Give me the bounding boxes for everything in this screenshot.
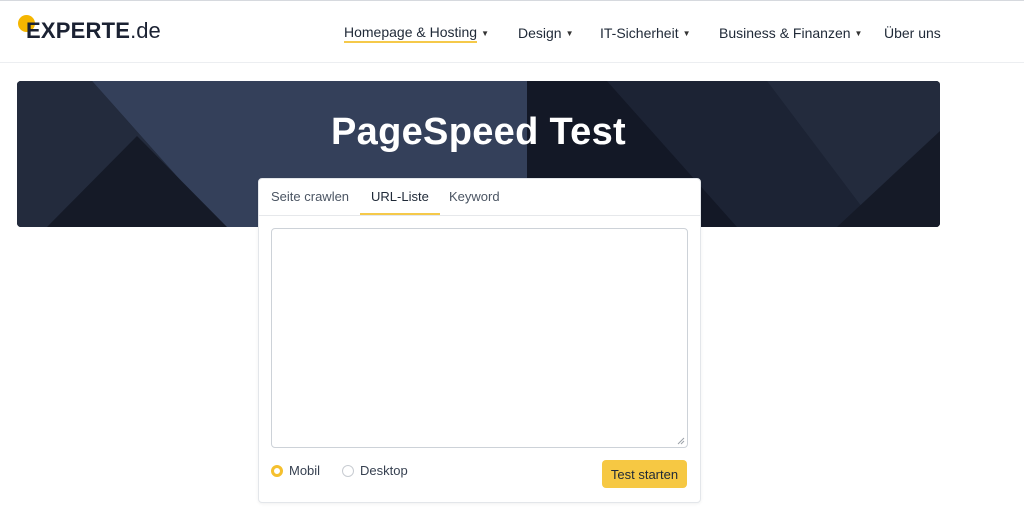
mode-tabs: Seite crawlen URL-Liste Keyword <box>259 179 700 216</box>
nav-business-finanzen[interactable]: Business & Finanzen ▼ <box>719 22 862 44</box>
radio-checked-icon <box>271 464 283 477</box>
nav-design[interactable]: Design ▼ <box>518 22 574 44</box>
tab-keyword[interactable]: Keyword <box>449 189 500 213</box>
nav-homepage-hosting[interactable]: Homepage & Hosting ▼ <box>344 22 489 44</box>
radio-label: Desktop <box>360 463 408 478</box>
nav-it-sicherheit[interactable]: IT-Sicherheit ▼ <box>600 22 691 44</box>
nav-ueber-uns[interactable]: Über uns <box>884 22 941 44</box>
caret-down-icon: ▼ <box>481 28 489 38</box>
main-nav: Homepage & Hosting ▼ Design ▼ IT-Sicherh… <box>0 22 1024 44</box>
radio-unchecked-icon <box>342 464 354 477</box>
caret-down-icon: ▼ <box>565 28 574 38</box>
nav-label: Design <box>518 25 562 41</box>
radio-desktop[interactable]: Desktop <box>342 463 408 478</box>
tab-seite-crawlen[interactable]: Seite crawlen <box>271 189 349 213</box>
radio-mobil[interactable]: Mobil <box>271 463 320 478</box>
url-list-input[interactable] <box>271 228 688 448</box>
speedtest-form: Seite crawlen URL-Liste Keyword Mobil De… <box>258 178 701 503</box>
nav-label: Homepage & Hosting <box>344 24 478 43</box>
nav-label: IT-Sicherheit <box>600 25 679 41</box>
tab-url-liste[interactable]: URL-Liste <box>360 189 440 215</box>
resize-handle-icon[interactable] <box>677 437 685 445</box>
radio-label: Mobil <box>289 463 321 478</box>
start-test-button[interactable]: Test starten <box>602 460 687 488</box>
caret-down-icon: ▼ <box>682 28 691 38</box>
page-title: PageSpeed Test <box>331 111 626 153</box>
site-header: EXPERTE .de Homepage & Hosting ▼ Design ▼… <box>0 1 1024 63</box>
nav-label: Business & Finanzen <box>719 25 851 41</box>
nav-label: Über uns <box>884 25 941 41</box>
caret-down-icon: ▼ <box>854 28 863 38</box>
